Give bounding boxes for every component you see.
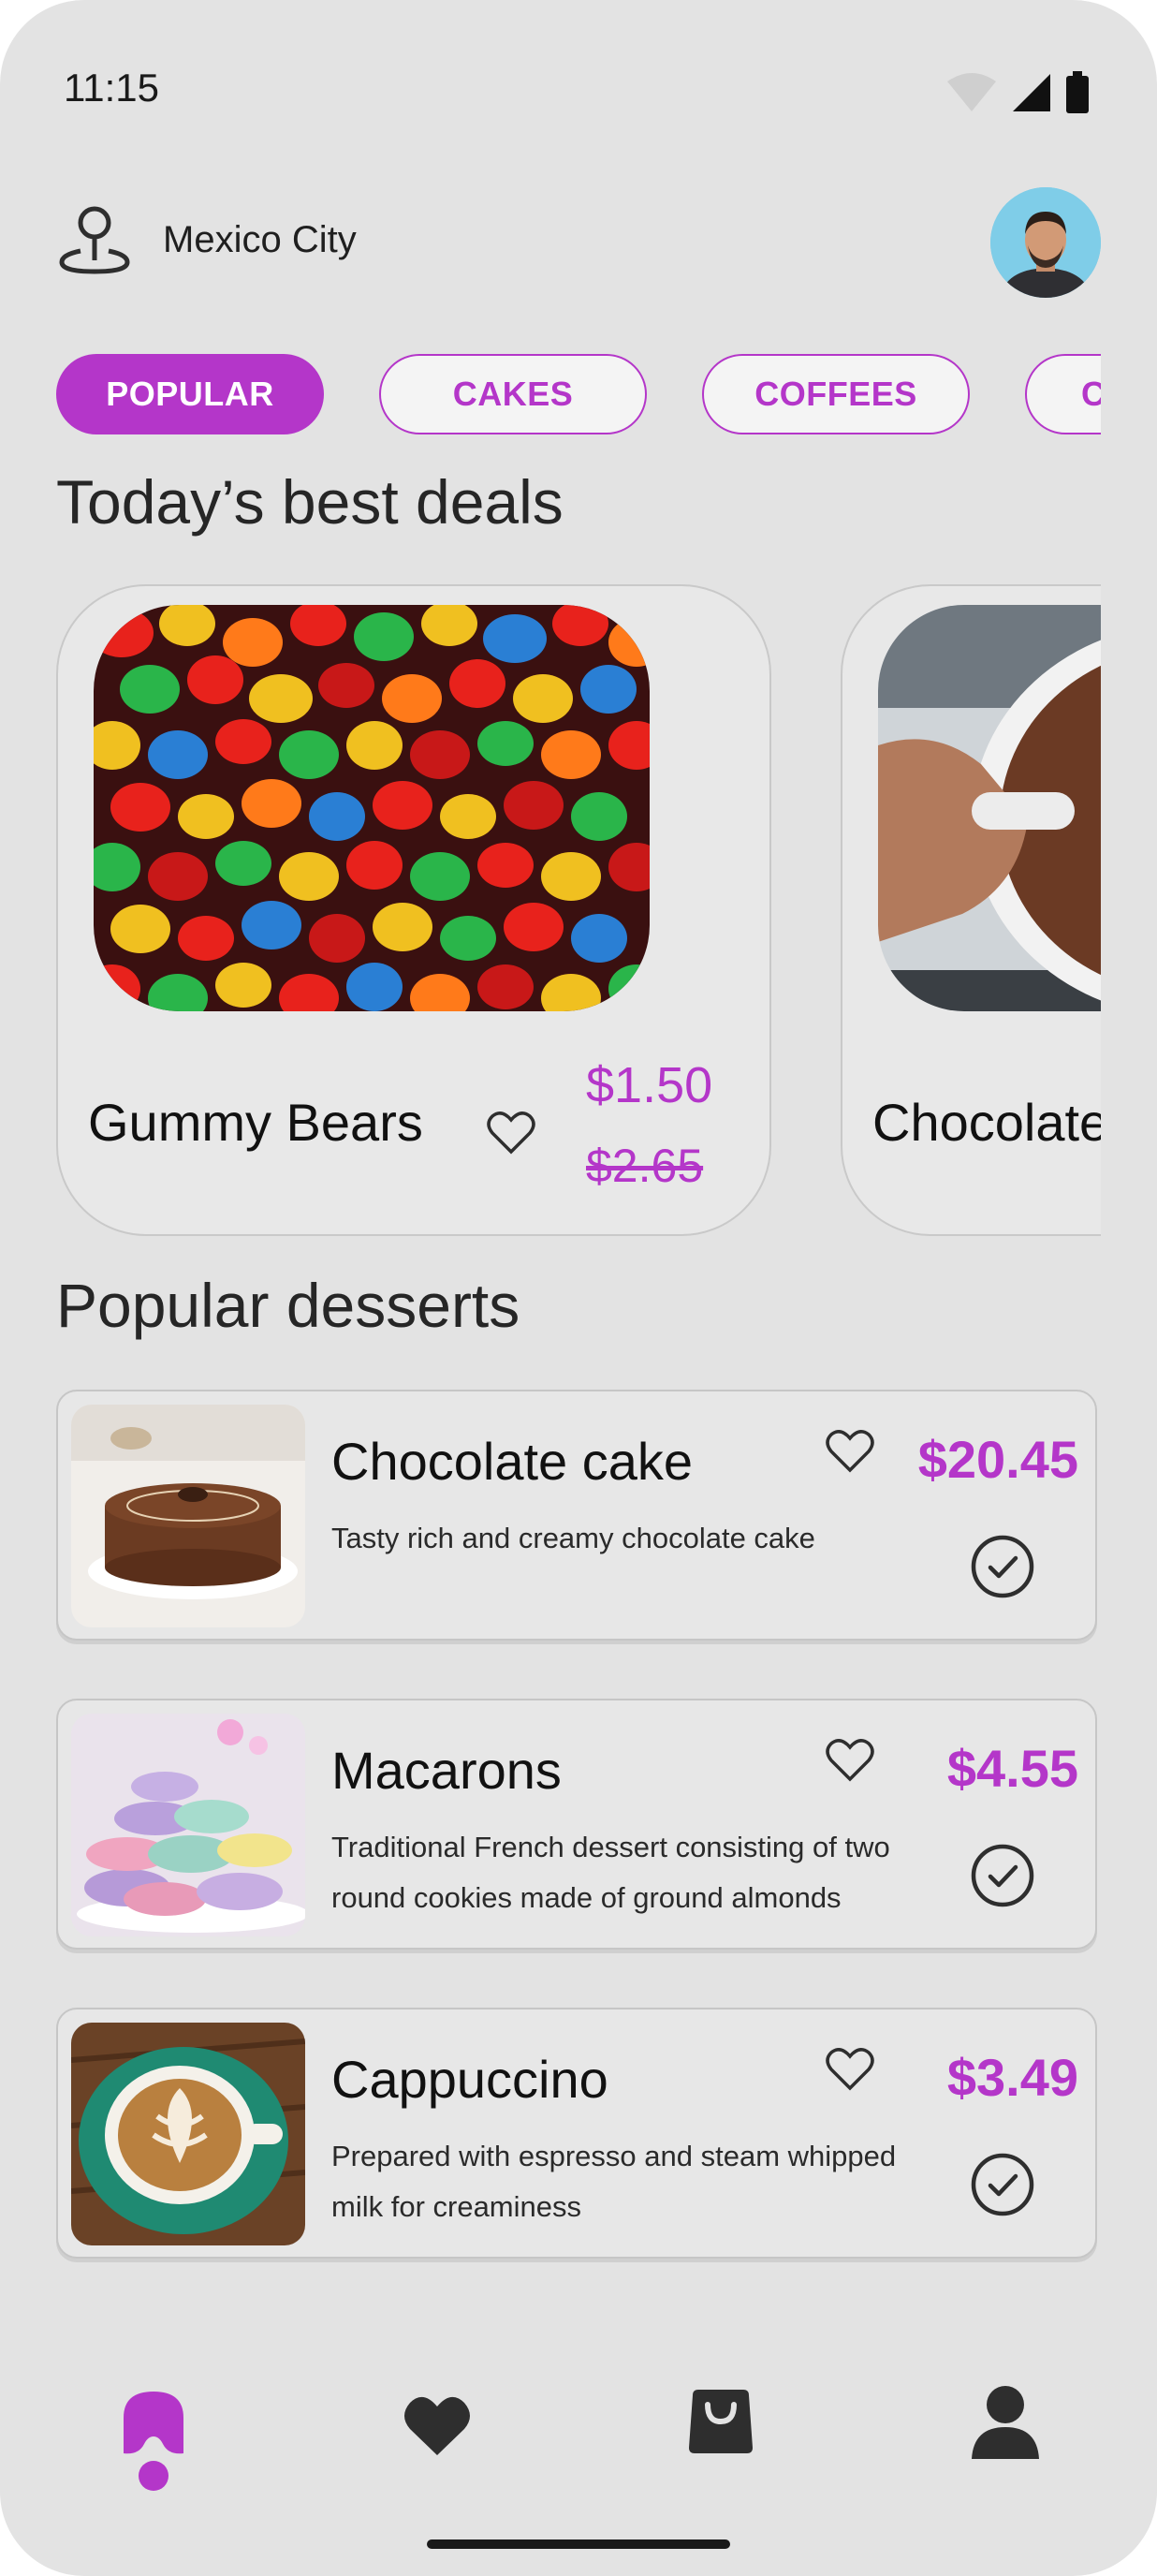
item-description: Prepared with espresso and steam whipped…	[331, 2140, 897, 2223]
signal-icon	[1013, 74, 1050, 111]
deal-card[interactable]: Gummy Bears $1.50 $2.65	[56, 584, 771, 1236]
app-screen: 11:15 Mexico City POPULAR CAKES COFFEES …	[0, 0, 1157, 2576]
profile-icon[interactable]	[970, 2384, 1041, 2461]
favorites-icon[interactable]	[403, 2393, 472, 2457]
tab-coffees[interactable]: COFFEES	[702, 354, 970, 434]
heart-outline-icon[interactable]	[826, 1429, 874, 1474]
shopping-bag-icon[interactable]	[687, 2388, 754, 2455]
item-name: Chocolate cake	[331, 1432, 694, 1491]
tab-cakes[interactable]: CAKES	[379, 354, 647, 434]
hot-chocolate-image	[878, 605, 1101, 1011]
category-tabs: POPULAR CAKES COFFEES C	[56, 354, 1101, 434]
status-time: 11:15	[64, 66, 159, 110]
deals-title: Today’s best deals	[56, 467, 564, 537]
popular-title: Popular desserts	[56, 1271, 520, 1340]
home-icon[interactable]	[120, 2390, 187, 2493]
avatar[interactable]	[990, 187, 1101, 298]
list-item[interactable]: Macarons Traditional French dessert cons…	[56, 1699, 1097, 1950]
heart-outline-icon[interactable]	[487, 1111, 535, 1156]
macarons-image	[71, 1714, 305, 1936]
wifi-icon	[947, 73, 996, 111]
status-icons	[945, 71, 1090, 114]
list-item[interactable]: Cappuccino Prepared with espresso and st…	[56, 2008, 1097, 2259]
location-selector[interactable]: Mexico City	[58, 204, 357, 275]
deal-old-price: $2.65	[586, 1140, 704, 1192]
deal-price: $1.50	[586, 1057, 713, 1113]
location-label: Mexico City	[163, 218, 357, 260]
item-price: $4.55	[946, 1739, 1078, 1798]
deal-name: Chocolate	[872, 1093, 1101, 1152]
chocolate-cake-image	[71, 1405, 305, 1627]
check-circle-icon[interactable]	[970, 1534, 1035, 1599]
check-circle-icon[interactable]	[970, 2152, 1035, 2217]
item-price: $20.45	[917, 1430, 1078, 1489]
item-description: Traditional French dessert consisting of…	[331, 1831, 890, 1914]
tab-popular[interactable]: POPULAR	[56, 354, 324, 434]
item-description: Tasty rich and creamy chocolate cake	[331, 1522, 815, 1554]
deals-carousel[interactable]: Gummy Bears $1.50 $2.65 Chocolate	[56, 584, 1101, 1236]
tab-more[interactable]: C	[1025, 354, 1101, 434]
cappuccino-image	[71, 2023, 305, 2245]
battery-icon	[1066, 71, 1089, 113]
heart-outline-icon[interactable]	[826, 1738, 874, 1783]
deal-name: Gummy Bears	[88, 1093, 423, 1152]
deal-card[interactable]: Chocolate	[841, 584, 1101, 1236]
item-price: $3.49	[946, 2048, 1078, 2107]
home-indicator	[427, 2539, 730, 2549]
check-circle-icon[interactable]	[970, 1843, 1035, 1908]
gummy-bears-image	[94, 605, 650, 1011]
item-name: Macarons	[331, 1741, 562, 1800]
item-name: Cappuccino	[331, 2050, 608, 2109]
heart-outline-icon[interactable]	[826, 2047, 874, 2092]
list-item[interactable]: Chocolate cake Tasty rich and creamy cho…	[56, 1390, 1097, 1641]
location-pin-icon	[59, 206, 130, 274]
